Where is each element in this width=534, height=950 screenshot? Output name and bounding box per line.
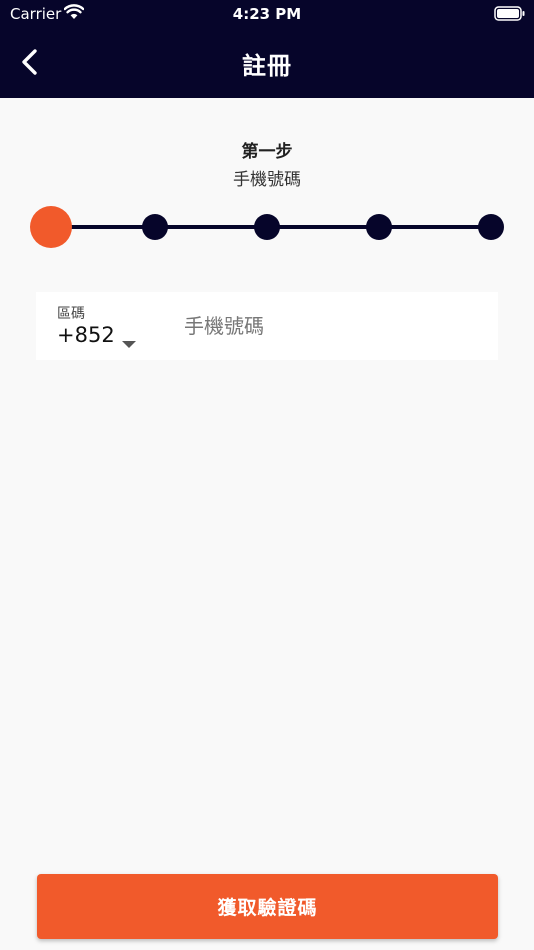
step-dot-4 <box>366 214 392 240</box>
step-dot-5 <box>478 214 504 240</box>
page-title: 註冊 <box>242 52 292 80</box>
area-code-label: 區碼 <box>57 306 85 322</box>
phone-number-card: 區碼 +852 <box>36 292 498 360</box>
app-header: Carrier 4:23 PM 註冊 <box>0 0 534 98</box>
step-title: 第一步 <box>241 142 293 162</box>
phone-number-input[interactable] <box>184 308 484 344</box>
step-subtitle: 手機號碼 <box>233 170 301 190</box>
step-dot-2 <box>142 214 168 240</box>
status-time: 4:23 PM <box>232 5 302 23</box>
status-bar: Carrier 4:23 PM <box>0 0 534 28</box>
battery-icon <box>494 6 526 25</box>
step-dot-3 <box>254 214 280 240</box>
get-verification-code-button[interactable]: 獲取驗證碼 <box>37 874 498 939</box>
caret-down-icon <box>122 334 136 353</box>
progress-stepper <box>0 205 534 249</box>
step-dot-1 <box>30 206 72 248</box>
area-code-select[interactable]: +852 <box>57 323 167 353</box>
area-code-value: +852 <box>57 323 115 347</box>
